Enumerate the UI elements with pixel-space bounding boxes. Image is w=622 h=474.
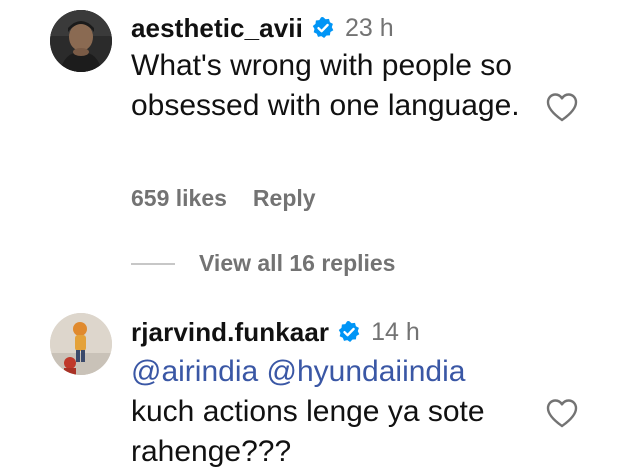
comment-text: What's wrong with people so obsessed wit… xyxy=(131,49,520,122)
mention-link[interactable]: @airindia xyxy=(131,355,258,388)
username[interactable]: rjarvind.funkaar xyxy=(131,317,329,348)
heart-outline-icon[interactable] xyxy=(545,397,579,429)
mention-link[interactable]: @hyundaiindia xyxy=(267,355,466,388)
username[interactable]: aesthetic_avii xyxy=(131,13,303,44)
avatar-image xyxy=(50,10,112,72)
heart-outline-icon[interactable] xyxy=(545,91,579,123)
comment-header: rjarvind.funkaar 14 h xyxy=(131,314,420,350)
comment-text: @airindia @hyundaiindia kuch actions len… xyxy=(131,352,551,472)
avatar[interactable] xyxy=(50,313,112,375)
mentions-line: @airindia @hyundaiindia xyxy=(131,352,551,392)
comment-header: aesthetic_avii 23 h xyxy=(131,10,394,46)
view-replies-button[interactable]: View all 16 replies xyxy=(131,250,395,277)
reply-button[interactable]: Reply xyxy=(253,185,316,212)
timestamp: 23 h xyxy=(344,13,394,42)
divider-line xyxy=(131,262,175,265)
comment-text-line: kuch actions lenge ya sote xyxy=(131,395,485,428)
view-replies-label: View all 16 replies xyxy=(199,250,396,276)
likes-count[interactable]: 659 likes xyxy=(131,185,227,212)
comment-meta: 659 likes Reply xyxy=(131,185,316,212)
timestamp: 14 h xyxy=(371,317,420,346)
verified-badge-icon xyxy=(311,16,335,40)
verified-badge-icon xyxy=(337,320,361,344)
avatar-image xyxy=(50,313,112,375)
comment-text-line: rahenge??? xyxy=(131,435,292,468)
avatar[interactable] xyxy=(50,10,112,72)
